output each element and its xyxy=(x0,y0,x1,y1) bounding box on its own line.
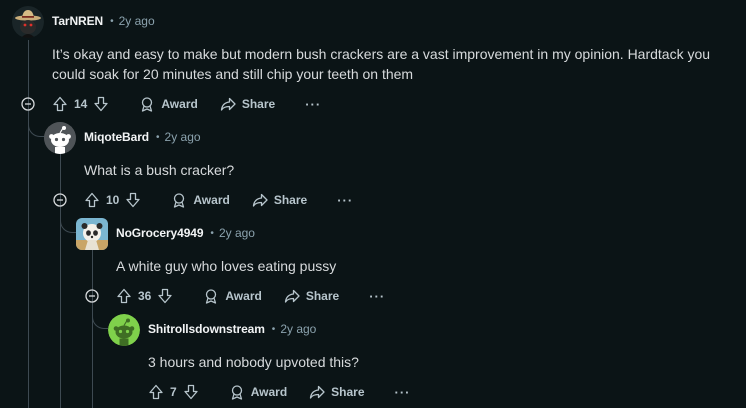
vote-control: 7 xyxy=(148,384,199,400)
comment-thread: TarNREN • 2y ago It’s okay and easy to m… xyxy=(0,0,746,408)
downvote-icon[interactable] xyxy=(93,96,109,112)
vote-count: 10 xyxy=(106,193,120,207)
comment-actions: 14 Award Share ··· xyxy=(52,94,321,114)
share-button[interactable]: Share xyxy=(252,192,307,208)
share-label: Share xyxy=(305,289,340,303)
share-icon xyxy=(310,385,325,399)
award-button[interactable]: Award xyxy=(171,192,230,208)
timestamp[interactable]: 2y ago xyxy=(280,322,316,336)
comment-text-line: 3 hours and nobody upvoted this? xyxy=(148,354,359,370)
thread-line-level-0[interactable] xyxy=(28,40,29,408)
separator-dot: • xyxy=(110,15,114,27)
collapse-thread-icon[interactable] xyxy=(21,97,35,111)
comment-text-line: A white guy who loves eating pussy xyxy=(116,258,337,274)
share-label: Share xyxy=(331,385,365,399)
award-label: Award xyxy=(225,289,262,303)
collapse-thread-icon[interactable] xyxy=(85,289,99,303)
downvote-icon[interactable] xyxy=(183,384,199,400)
vote-control: 14 xyxy=(52,96,109,112)
comment-text-line: could soak for 20 minutes and still chip… xyxy=(52,66,414,82)
comment-body: 3 hours and nobody upvoted this? xyxy=(148,352,359,372)
username[interactable]: TarNREN xyxy=(52,14,103,28)
comment-text-line: It’s okay and easy to make but modern bu… xyxy=(52,46,711,62)
vote-count: 36 xyxy=(138,289,152,303)
thread-elbow-level-3 xyxy=(92,308,108,329)
avatar-nogrocery4949[interactable] xyxy=(76,218,108,250)
upvote-icon[interactable] xyxy=(84,192,100,208)
comment-header: MiqoteBard • 2y ago xyxy=(84,128,201,146)
award-button[interactable]: Award xyxy=(229,384,287,400)
share-icon xyxy=(284,289,300,303)
thread-elbow-level-1 xyxy=(28,120,45,137)
share-button[interactable]: Share xyxy=(220,96,275,112)
downvote-icon[interactable] xyxy=(125,192,141,208)
avatar-miqotebard[interactable] xyxy=(44,122,76,154)
award-button[interactable]: Award xyxy=(139,96,198,112)
timestamp[interactable]: 2y ago xyxy=(219,226,255,240)
award-label: Award xyxy=(250,385,288,399)
thread-line-level-2[interactable] xyxy=(92,250,93,408)
avatar-shitrollsdownstream[interactable] xyxy=(108,314,140,346)
share-label: Share xyxy=(241,97,276,111)
thread-elbow-level-2 xyxy=(60,214,77,233)
collapse-thread-icon[interactable] xyxy=(53,193,67,207)
share-button[interactable]: Share xyxy=(284,288,339,304)
username[interactable]: Shitrollsdownstream xyxy=(148,322,265,336)
green-snoo-avatar-icon xyxy=(108,314,140,346)
downvote-icon[interactable] xyxy=(157,288,173,304)
timestamp[interactable]: 2y ago xyxy=(119,14,155,28)
share-button[interactable]: Share xyxy=(309,384,365,400)
vote-control: 10 xyxy=(84,192,141,208)
upvote-icon[interactable] xyxy=(148,384,164,400)
comment-header: TarNREN • 2y ago xyxy=(52,12,155,30)
cowboy-avatar-icon xyxy=(12,6,44,38)
comment-body: What is a bush cracker? xyxy=(84,160,234,180)
more-options-button[interactable]: ··· xyxy=(305,97,321,112)
more-options-button[interactable]: ··· xyxy=(369,289,385,304)
share-label: Share xyxy=(273,193,308,207)
award-icon xyxy=(174,193,185,208)
vote-count: 14 xyxy=(74,97,88,111)
avatar-tarnren[interactable] xyxy=(12,6,44,38)
vote-count: 7 xyxy=(170,385,177,399)
separator-dot: • xyxy=(156,131,160,143)
comment-header: NoGrocery4949 • 2y ago xyxy=(116,224,255,242)
snoo-avatar-icon xyxy=(44,122,76,154)
award-icon xyxy=(231,385,242,400)
upvote-icon[interactable] xyxy=(52,96,68,112)
separator-dot: • xyxy=(210,227,214,239)
separator-dot: • xyxy=(271,323,276,335)
vote-control: 36 xyxy=(116,288,173,304)
timestamp[interactable]: 2y ago xyxy=(165,130,201,144)
upvote-icon[interactable] xyxy=(116,288,132,304)
award-label: Award xyxy=(161,97,198,111)
username[interactable]: NoGrocery4949 xyxy=(116,226,204,240)
comment-actions: 36 Award Share ··· xyxy=(116,286,385,306)
more-options-button[interactable]: ··· xyxy=(337,193,353,208)
panda-avatar-icon xyxy=(76,218,108,250)
share-icon xyxy=(220,97,236,111)
award-icon xyxy=(206,289,217,304)
share-icon xyxy=(252,193,268,207)
comment-actions: 7 Award Share ··· xyxy=(148,382,411,402)
award-icon xyxy=(142,97,153,112)
award-button[interactable]: Award xyxy=(203,288,262,304)
comment-header: Shitrollsdownstream • 2y ago xyxy=(148,320,316,338)
comment-body: It’s okay and easy to make but modern bu… xyxy=(52,44,710,84)
comment-body: A white guy who loves eating pussy xyxy=(116,256,336,276)
username[interactable]: MiqoteBard xyxy=(84,130,149,144)
award-label: Award xyxy=(193,193,230,207)
comment-text-line: What is a bush cracker? xyxy=(84,162,235,178)
comment-actions: 10 Award Share ··· xyxy=(84,190,353,210)
more-options-button[interactable]: ··· xyxy=(395,385,411,400)
